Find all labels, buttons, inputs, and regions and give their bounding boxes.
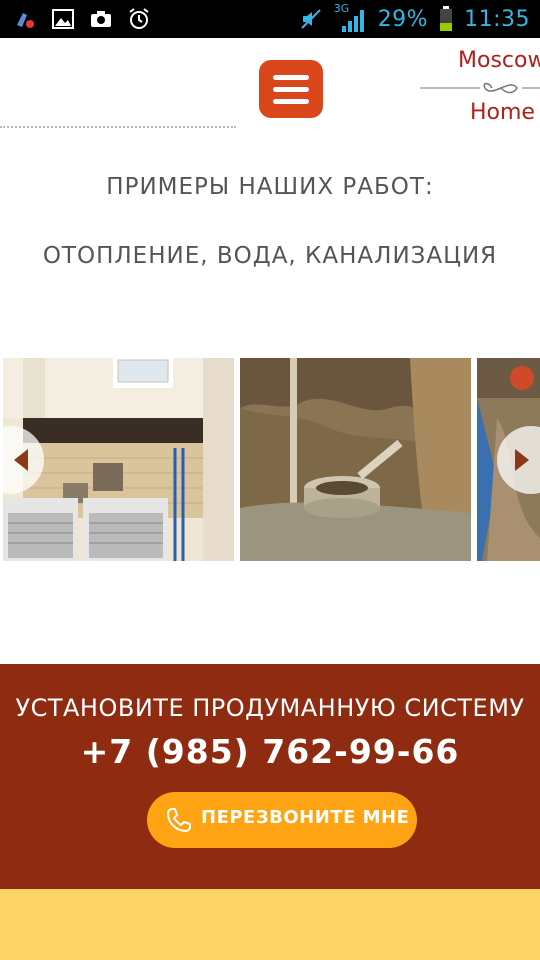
logo-top-text: Moscow (458, 48, 540, 73)
logo-bottom-text: Home (470, 100, 535, 125)
hamburger-menu-icon (273, 74, 309, 80)
battery-icon (438, 6, 454, 32)
logo[interactable]: Moscow Home (418, 48, 540, 128)
section-heading-line2: ОТОПЛЕНИЕ, ВОДА, КАНАЛИЗАЦИЯ (42, 243, 498, 269)
menu-bar (273, 98, 309, 104)
chevron-left-icon (14, 449, 28, 471)
call-me-back-label: ПЕРЕЗВОНИТЕ МНЕ (201, 807, 410, 828)
logo-ornament-icon (420, 82, 540, 94)
hamburger-menu-button[interactable] (259, 60, 323, 118)
alarm-icon (126, 6, 152, 32)
footer-band (0, 889, 540, 960)
callback-title: УСТАНОВИТЕ ПРОДУМАННУЮ СИСТЕМУ (15, 694, 525, 722)
status-bar: 3G 29% 11:35 (0, 0, 540, 38)
chevron-right-icon (515, 449, 529, 471)
notification-icons (12, 6, 152, 32)
works-gallery[interactable] (0, 358, 540, 561)
signal-icon: 3G (334, 2, 368, 32)
gallery-icon (50, 6, 76, 32)
dotted-divider (0, 126, 236, 128)
system-status: 3G 29% 11:35 (298, 0, 530, 38)
battery-percent: 29% (377, 6, 429, 32)
phone-icon (167, 808, 191, 832)
menu-bar (273, 86, 309, 92)
phone-number[interactable]: +7 (985) 762-99-66 (0, 732, 540, 771)
cleaner-app-icon (12, 6, 38, 32)
callback-section: УСТАНОВИТЕ ПРОДУМАННУЮ СИСТЕМУ +7 (985) … (0, 664, 540, 889)
gallery-slide-well[interactable] (240, 358, 471, 561)
clock: 11:35 (464, 6, 530, 32)
call-me-back-button[interactable]: ПЕРЕЗВОНИТЕ МНЕ (147, 792, 417, 848)
mute-icon (298, 6, 324, 32)
section-heading-line1: ПРИМЕРЫ НАШИХ РАБОТ: (106, 174, 434, 200)
site-header: Moscow Home (0, 38, 540, 130)
camera-icon (88, 6, 114, 32)
